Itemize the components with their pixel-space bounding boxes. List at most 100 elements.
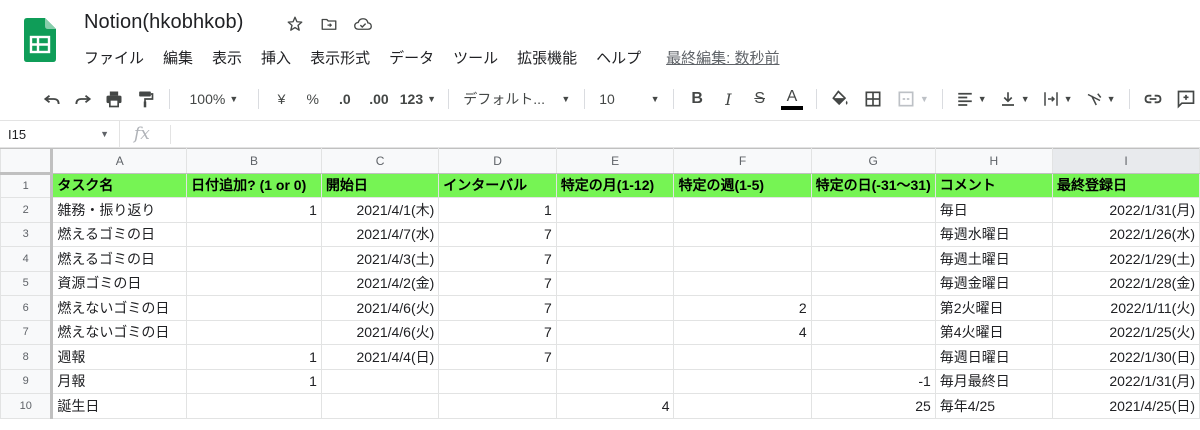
cell[interactable] [555,221,675,247]
cell[interactable]: 燃えるゴミの日 [51,246,188,272]
move-to-folder-icon[interactable] [318,13,340,35]
document-title[interactable]: Notion(hkobhkob) [84,11,243,34]
cell[interactable]: 2021/4/6(火) [320,319,440,345]
header-cell[interactable]: 特定の日(-31〜31) [810,172,936,198]
fill-color-icon[interactable] [826,85,853,113]
cell[interactable] [320,368,440,394]
cell[interactable]: 2022/1/29(土) [1051,246,1200,272]
column-header-e[interactable]: E [555,148,675,174]
menu-insert[interactable]: 挿入 [261,47,291,68]
cell[interactable]: 毎週土曜日 [934,246,1053,272]
row-header[interactable]: 10 [0,393,54,419]
cell[interactable]: 1 [186,368,322,394]
cell[interactable]: 2 [673,295,812,321]
cell[interactable]: 燃えないゴミの日 [51,319,188,345]
insert-comment-icon[interactable] [1173,85,1200,113]
select-all-corner[interactable] [0,148,54,175]
cell[interactable]: 燃えるゴミの日 [51,221,188,247]
cell[interactable]: 7 [438,246,557,272]
menu-edit[interactable]: 編集 [163,47,193,68]
redo-icon[interactable] [69,85,96,113]
row-header[interactable]: 9 [0,368,54,394]
header-cell[interactable]: 開始日 [320,172,440,198]
cell[interactable]: 1 [186,197,322,223]
column-header-a[interactable]: A [51,148,188,174]
cell[interactable] [673,246,812,272]
print-icon[interactable] [100,85,127,113]
header-cell[interactable]: 特定の月(1-12) [555,172,675,198]
cell[interactable]: 4 [555,393,675,419]
header-cell[interactable]: インターバル [438,172,557,198]
text-color-button[interactable]: A [778,85,805,113]
menu-file[interactable]: ファイル [84,47,144,68]
cell[interactable] [673,368,812,394]
cell[interactable] [555,344,675,370]
header-cell[interactable]: 最終登録日 [1051,172,1200,198]
cell[interactable]: 4 [673,319,812,345]
cell[interactable]: -1 [810,368,936,394]
cell[interactable]: 7 [438,221,557,247]
last-edit-link[interactable]: 最終編集: 数秒前 [666,47,779,68]
percent-button[interactable]: % [298,85,327,113]
cell[interactable]: 資源ゴミの日 [51,270,188,296]
header-cell[interactable]: 特定の週(1-5) [673,172,812,198]
cell[interactable] [555,246,675,272]
cell[interactable] [673,270,812,296]
text-wrapping-icon[interactable]: ▼ [1039,85,1076,113]
row-header[interactable]: 5 [0,270,54,296]
insert-link-icon[interactable] [1140,85,1167,113]
row-header[interactable]: 1 [0,172,54,198]
row-header[interactable]: 3 [0,221,54,247]
column-header-b[interactable]: B [186,148,322,174]
menu-extensions[interactable]: 拡張機能 [517,47,577,68]
cell[interactable]: 毎週水曜日 [934,221,1053,247]
cell[interactable]: 週報 [51,344,188,370]
currency-button[interactable]: ¥ [269,85,294,113]
cell[interactable]: 2021/4/2(金) [320,270,440,296]
cell[interactable] [555,197,675,223]
row-header[interactable]: 4 [0,246,54,272]
row-header[interactable]: 8 [0,344,54,370]
cell[interactable]: 第2火曜日 [934,295,1053,321]
column-header-i[interactable]: I [1051,148,1200,174]
cell[interactable]: 2022/1/25(火) [1051,319,1200,345]
zoom-select[interactable]: 100% ▼ [180,85,248,113]
row-header[interactable]: 6 [0,295,54,321]
cell[interactable]: 1 [186,344,322,370]
cell[interactable]: 雑務・振り返り [51,197,188,223]
sheets-logo-icon[interactable] [24,18,56,62]
cell[interactable] [810,197,936,223]
text-rotation-icon[interactable]: ▼ [1082,85,1119,113]
cell[interactable] [186,270,322,296]
vertical-align-icon[interactable]: ▼ [996,85,1033,113]
star-icon[interactable] [284,13,306,35]
cell[interactable] [186,295,322,321]
cell[interactable]: 2022/1/26(水) [1051,221,1200,247]
cell[interactable] [186,221,322,247]
cell[interactable] [673,221,812,247]
cell[interactable]: 2021/4/1(木) [320,197,440,223]
column-header-h[interactable]: H [934,148,1053,174]
cell[interactable] [810,344,936,370]
header-cell[interactable]: 日付追加? (1 or 0) [186,172,322,198]
cell[interactable] [555,368,675,394]
column-header-f[interactable]: F [673,148,812,174]
cell[interactable] [186,319,322,345]
menu-help[interactable]: ヘルプ [596,47,641,68]
more-formats-button[interactable]: 123 ▼ [398,85,439,113]
cell[interactable]: 2022/1/28(金) [1051,270,1200,296]
name-box[interactable]: I15 ▼ [0,121,120,148]
undo-icon[interactable] [38,85,65,113]
cell[interactable]: 誕生日 [51,393,188,419]
column-header-g[interactable]: G [810,148,936,174]
cell[interactable] [810,270,936,296]
cell[interactable]: 7 [438,319,557,345]
borders-icon[interactable] [860,85,887,113]
cell[interactable]: 毎月最終日 [934,368,1053,394]
cell[interactable]: 毎週日曜日 [934,344,1053,370]
column-header-d[interactable]: D [438,148,557,174]
increase-decimal-button[interactable]: .00 [362,85,395,113]
cell[interactable]: 1 [438,197,557,223]
cell[interactable]: 毎日 [934,197,1053,223]
font-family-select[interactable]: デフォルト... ▼ [459,85,574,113]
